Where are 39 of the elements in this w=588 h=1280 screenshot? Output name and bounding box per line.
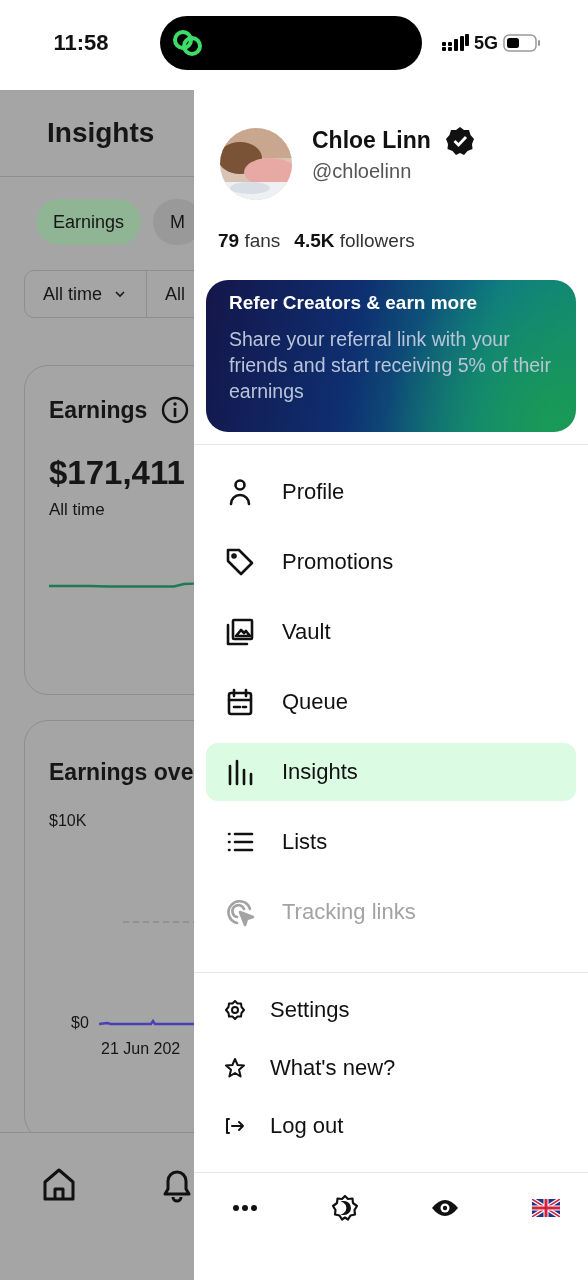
menu-item[interactable]: Vault — [206, 603, 576, 661]
referral-banner[interactable]: Refer Creators & earn more Share your referral link with your friends and start receiving 5% of their earnings — [206, 280, 576, 432]
battery-icon — [503, 33, 541, 53]
gallery-icon — [224, 616, 256, 648]
network-type: 5G — [474, 32, 498, 54]
menu-item[interactable]: Settings — [224, 987, 588, 1033]
home-icon[interactable] — [42, 1167, 76, 1203]
axis-label: $0 — [71, 1014, 89, 1032]
axis-label: $10K — [49, 812, 87, 830]
logout-icon — [224, 1115, 246, 1137]
menu-item[interactable]: Log out — [224, 1103, 588, 1149]
settings-icon — [224, 999, 246, 1021]
status-time: 11:58 — [52, 30, 110, 56]
card-title: Earnings ove — [49, 759, 194, 786]
stat-count[interactable]: 79 fans — [218, 230, 281, 252]
menu-item[interactable]: Insights — [206, 743, 576, 801]
menu-item[interactable]: Lists — [206, 813, 576, 871]
filter-chip[interactable]: Earnings — [36, 199, 142, 245]
menu-item[interactable]: Profile — [206, 463, 576, 521]
menu-item[interactable]: What's new? — [224, 1045, 588, 1091]
stat-count[interactable]: 4.5K followers — [294, 230, 415, 252]
info-icon[interactable] — [161, 396, 190, 424]
menu-item[interactable]: Promotions — [206, 533, 576, 591]
caret-icon — [114, 290, 126, 298]
profile-handle: @chloelinn — [312, 159, 413, 183]
profile-name: Chloe Linn — [312, 127, 431, 154]
period-dropdown[interactable]: All time — [25, 271, 147, 317]
signal-icon — [442, 34, 469, 52]
card-title: Earnings — [49, 396, 148, 424]
referral-title: Refer Creators & earn more — [229, 292, 479, 314]
axis-label: 21 Jun 202 — [101, 1040, 181, 1058]
menu-item[interactable]: Queue — [206, 673, 576, 731]
referral-text: Share your referral link with your friends and start receiving 5% of their earnings — [229, 327, 552, 404]
earnings-amount: $171,411 — [49, 454, 185, 492]
page-title: Insights — [47, 117, 155, 149]
filter-chip[interactable]: M — [153, 199, 194, 245]
period-label: All time — [49, 500, 105, 520]
star-icon — [224, 1057, 246, 1079]
tag-icon — [224, 546, 256, 578]
